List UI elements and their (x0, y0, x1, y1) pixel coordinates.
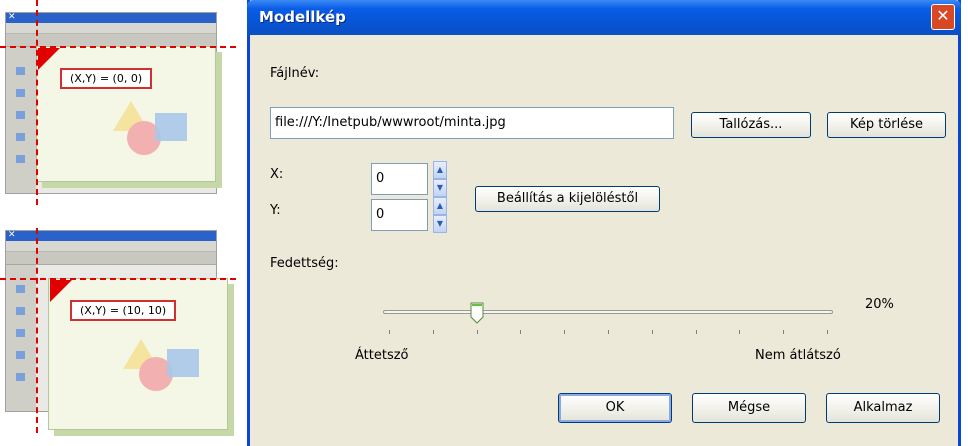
illustration-origin-10: ✕ (X,Y) = (10, 10) (0, 228, 236, 433)
slider-tick (476, 330, 478, 334)
slider-max-label: Nem átlátszó (755, 348, 841, 363)
filename-label: Fájlnév: (270, 66, 320, 81)
y-spinner[interactable]: ▲ ▼ (433, 197, 447, 234)
apply-button[interactable]: Alkalmaz (826, 393, 940, 423)
close-button[interactable]: ✕ (931, 4, 955, 30)
origin-marker-icon (38, 48, 60, 70)
browse-button[interactable]: Tallózás... (691, 112, 811, 138)
opacity-label: Fedettség: (270, 256, 339, 271)
slider-tick (739, 330, 741, 334)
set-from-selection-button[interactable]: Beállítás a kijelöléstől (475, 186, 660, 212)
illustration-origin-0: ✕ (X,Y) = (0, 0) (0, 0, 236, 205)
slider-tick (827, 330, 828, 334)
ok-button[interactable]: OK (558, 393, 672, 423)
filename-input[interactable]: file:///Y:/Inetpub/wwwroot/minta.jpg (270, 107, 674, 139)
slider-min-label: Áttetsző (355, 348, 409, 363)
spin-up-icon[interactable]: ▲ (433, 161, 447, 179)
spin-down-icon[interactable]: ▼ (433, 215, 447, 233)
spin-up-icon[interactable]: ▲ (433, 197, 447, 215)
mini-close-icon: ✕ (8, 12, 16, 22)
y-label: Y: (270, 203, 281, 218)
slider-tick (783, 330, 785, 334)
opacity-slider-track[interactable] (383, 310, 833, 314)
slider-tick (520, 330, 522, 334)
x-label: X: (270, 167, 284, 182)
delete-image-button[interactable]: Kép törlése (827, 112, 946, 138)
slider-thumb-icon (470, 302, 484, 324)
slider-tick (389, 330, 390, 334)
origin-marker-icon (50, 280, 72, 302)
coord-label: (X,Y) = (0, 0) (60, 68, 153, 89)
slider-tick (564, 330, 566, 334)
slider-tick (432, 330, 434, 334)
x-spinner[interactable]: ▲ ▼ (433, 161, 447, 198)
model-image-dialog: Modellkép ✕ Fájlnév: file:///Y:/Inetpub/… (247, 0, 961, 446)
x-input[interactable]: 0 (371, 163, 428, 195)
title-bar[interactable]: Modellkép ✕ (247, 0, 961, 35)
slider-tick (651, 330, 653, 334)
slider-tick (608, 330, 609, 334)
dialog-title: Modellkép (259, 8, 346, 26)
spin-down-icon[interactable]: ▼ (433, 179, 447, 197)
mini-close-icon: ✕ (8, 230, 16, 240)
y-input[interactable]: 0 (371, 199, 428, 231)
slider-tick (695, 330, 697, 334)
model-image-page (36, 46, 216, 182)
coord-label: (X,Y) = (10, 10) (70, 300, 177, 321)
close-icon: ✕ (936, 6, 950, 25)
cancel-button[interactable]: Mégse (692, 393, 806, 423)
opacity-value: 20% (865, 297, 894, 312)
opacity-slider-thumb[interactable] (470, 302, 484, 324)
